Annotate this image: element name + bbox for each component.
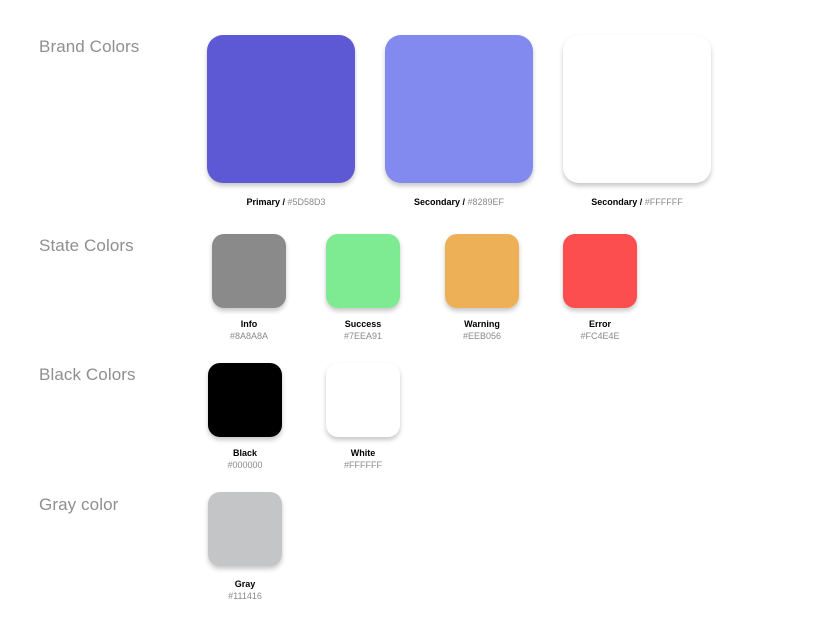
state-colors-title: State Colors	[39, 236, 134, 255]
label-gray: Gray #111416	[185, 578, 305, 602]
swatch-name: Info	[240, 319, 258, 329]
swatch-primary	[207, 35, 355, 183]
swatch-secondary	[385, 35, 533, 183]
swatch-hex: #5D58D3	[287, 197, 326, 207]
swatch-name: Black	[232, 448, 258, 458]
label-error: Error #FC4E4E	[540, 318, 660, 342]
swatch-name: Error	[588, 319, 611, 329]
swatch-hex: #000000	[227, 460, 263, 470]
swatch-hex: #111416	[228, 591, 262, 601]
label-warning: Warning #EEB056	[422, 318, 542, 342]
swatch-success	[326, 234, 400, 308]
label-info: Info #8A8A8A	[189, 318, 309, 342]
brand-colors-title: Brand Colors	[39, 37, 140, 56]
swatch-info	[212, 234, 286, 308]
swatch-name: Primary	[246, 197, 280, 207]
label-secondary: Secondary / #8289EF	[359, 196, 559, 208]
separator: /	[637, 197, 645, 207]
swatch-hex: #7EEA91	[343, 331, 383, 341]
label-secondary-white: Secondary / #FFFFFF	[537, 196, 737, 208]
swatch-hex: #FFFFFF	[644, 197, 683, 207]
label-black: Black #000000	[185, 447, 305, 471]
swatch-hex: #8A8A8A	[229, 331, 269, 341]
swatch-white	[326, 363, 400, 437]
separator: /	[279, 197, 288, 207]
label-primary: Primary / #5D58D3	[186, 196, 386, 208]
gray-color-title: Gray color	[39, 495, 119, 514]
swatch-hex: #8289EF	[467, 197, 505, 207]
swatch-hex: #FC4E4E	[580, 331, 620, 341]
swatch-error	[563, 234, 637, 308]
swatch-name: Warning	[464, 319, 500, 329]
swatch-name: Secondary	[591, 197, 638, 207]
swatch-name: White	[350, 448, 376, 458]
swatch-name: Gray	[234, 579, 256, 589]
label-white: White #FFFFFF	[303, 447, 423, 471]
swatch-secondary-white	[563, 35, 711, 183]
black-colors-title: Black Colors	[39, 365, 136, 384]
swatch-hex: #EEB056	[462, 331, 502, 341]
swatch-hex: #FFFFFF	[344, 460, 382, 470]
separator: /	[459, 197, 468, 207]
swatch-warning	[445, 234, 519, 308]
swatch-gray	[208, 492, 282, 566]
swatch-name: Secondary	[413, 197, 460, 207]
swatch-name: Success	[344, 319, 382, 329]
label-success: Success #7EEA91	[303, 318, 423, 342]
swatch-black	[208, 363, 282, 437]
